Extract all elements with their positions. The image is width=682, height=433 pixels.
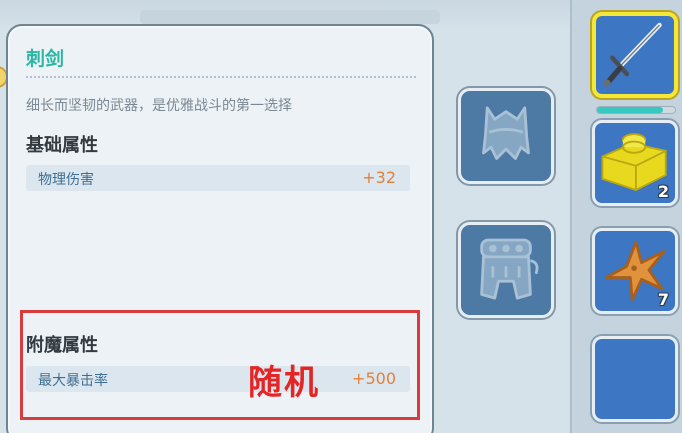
equipment-slot-helmet[interactable] xyxy=(458,88,554,184)
divider xyxy=(26,76,416,78)
stat-label: 物理伤害 xyxy=(38,172,94,188)
item-count: 7 xyxy=(657,290,669,309)
stat-row-max-crit-rate: 最大暴击率 +500 xyxy=(26,366,410,392)
inventory-slot-empty[interactable] xyxy=(592,336,678,422)
rapier-icon xyxy=(603,22,662,87)
equipment-slot-armor[interactable] xyxy=(458,222,554,318)
base-attributes-title: 基础属性 xyxy=(26,135,98,156)
inventory-slot-rapier[interactable] xyxy=(592,12,678,98)
item-description: 细长而坚韧的武器，是优雅战斗的第一选择 xyxy=(26,98,292,114)
armor-icon xyxy=(480,238,539,300)
durability-fill xyxy=(597,107,664,113)
background-strip xyxy=(140,10,440,24)
item-name: 刺剑 xyxy=(26,48,65,70)
enchant-attributes-title: 附魔属性 xyxy=(26,335,98,356)
stat-value: +32 xyxy=(362,168,396,187)
random-annotation: 随机 xyxy=(248,363,320,403)
inventory-slot-starfish[interactable]: 7 xyxy=(592,228,678,314)
stat-row-physical-damage: 物理伤害 +32 xyxy=(26,165,410,191)
stat-label: 最大暴击率 xyxy=(38,373,108,389)
highlight-box xyxy=(20,310,420,420)
item-count: 2 xyxy=(657,182,669,201)
helmet-icon xyxy=(482,106,530,160)
inventory-slot-yellow-block[interactable]: 2 xyxy=(592,120,678,206)
durability-bar xyxy=(596,106,676,114)
stat-value: +500 xyxy=(352,369,396,388)
